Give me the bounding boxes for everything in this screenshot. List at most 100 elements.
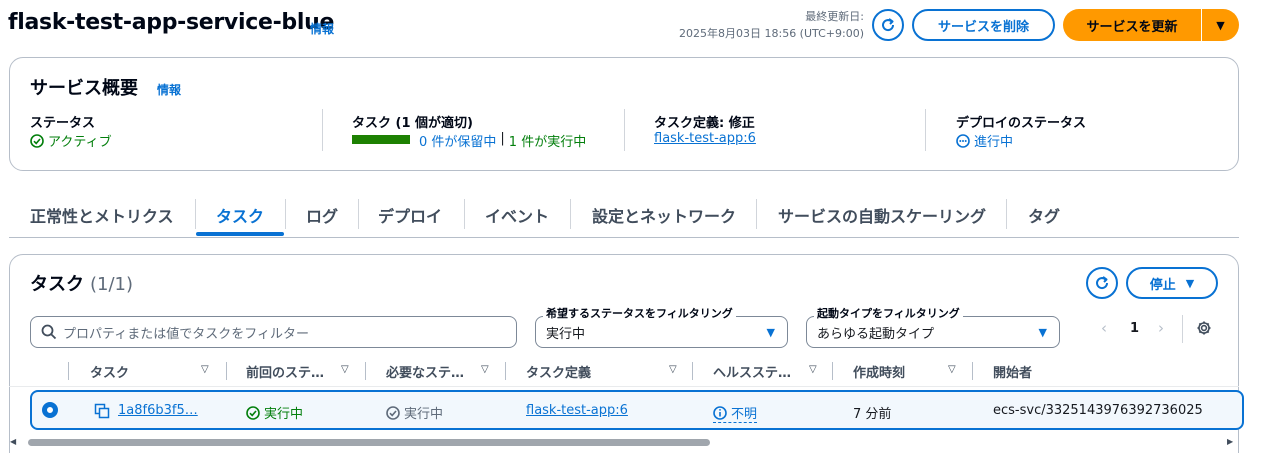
desired-status-text: 実行中 [404, 407, 444, 422]
tasks-pending: 0 件が保留中 [419, 135, 497, 150]
caret-down-icon: ▼ [1185, 276, 1195, 290]
divider [624, 109, 625, 151]
horizontal-scrollbar-thumb[interactable] [28, 439, 710, 446]
gear-icon [1197, 321, 1211, 335]
started-by-cell: ecs-svc/3325143976392736025 [993, 403, 1203, 418]
search-icon [41, 324, 57, 340]
tab-config-network[interactable]: 設定とネットワーク [592, 203, 736, 227]
sort-caret-icon[interactable]: ▽ [201, 364, 209, 375]
divider [322, 109, 323, 151]
scroll-left-icon[interactable]: ◀ [10, 437, 16, 446]
delete-service-button[interactable]: サービスを削除 [912, 9, 1055, 41]
col-header-task[interactable]: タスク [90, 362, 129, 381]
sort-caret-icon[interactable]: ▽ [809, 364, 817, 375]
check-circle-icon [386, 405, 400, 420]
info-circle-icon [713, 405, 727, 420]
check-circle-icon [30, 133, 44, 148]
desired-status-value: 実行中 [546, 326, 586, 342]
status-value-text: アクティブ [48, 135, 112, 150]
tab-deployments[interactable]: デプロイ [378, 203, 442, 227]
tasks-panel-heading: タスク (1/1) [30, 270, 133, 296]
taskdef-link[interactable]: flask-test-app:6 [654, 131, 756, 146]
tab-divider [756, 199, 757, 229]
column-divider [692, 362, 693, 380]
column-divider [365, 362, 366, 380]
status-value: アクティブ [30, 131, 112, 150]
tab-auto-scaling[interactable]: サービスの自動スケーリング [778, 203, 986, 227]
divider [1182, 315, 1183, 343]
tabs-baseline [9, 237, 1239, 238]
col-header-task-definition[interactable]: タスク定義 [526, 362, 591, 381]
overview-title: サービス概要 [30, 78, 138, 99]
caret-down-icon: ▼ [1216, 18, 1225, 32]
tasks-panel-count: (1/1) [90, 274, 134, 295]
col-header-started-by[interactable]: 開始者 [993, 362, 1032, 381]
check-circle-icon [246, 405, 260, 420]
column-divider [68, 362, 69, 380]
column-divider [226, 362, 227, 380]
tab-divider [358, 199, 359, 229]
health-status-text: 不明 [731, 407, 758, 422]
active-tab-indicator [196, 232, 284, 236]
col-header-desired-status[interactable]: 必要なステ… [386, 362, 464, 381]
tab-tasks[interactable]: タスク [216, 203, 264, 227]
tasks-running: 1 件が実行中 [508, 135, 587, 150]
tab-events[interactable]: イベント [485, 203, 549, 227]
tab-tags[interactable]: タグ [1028, 203, 1060, 227]
col-header-health[interactable]: ヘルスステ… [713, 362, 791, 381]
task-definition-link[interactable]: flask-test-app:6 [526, 403, 628, 418]
scroll-right-icon[interactable]: ▶ [1227, 437, 1233, 446]
caret-down-icon: ▼ [766, 326, 775, 339]
stop-button[interactable]: 停止 ▼ [1126, 267, 1218, 299]
col-header-created[interactable]: 作成時刻 [853, 362, 905, 381]
copy-icon[interactable] [94, 403, 110, 423]
column-divider [972, 362, 973, 380]
tasks-sep: | [500, 131, 505, 146]
tab-divider [285, 199, 286, 229]
divider [925, 109, 926, 151]
sort-caret-icon[interactable]: ▽ [948, 364, 956, 375]
desired-status-filter-label: 希望するステータスをフィルタリング [543, 305, 736, 321]
sort-caret-icon[interactable]: ▽ [481, 364, 489, 375]
prev-page-icon[interactable]: ‹ [1101, 319, 1107, 337]
sort-caret-icon[interactable]: ▽ [669, 364, 677, 375]
tasks-refresh-button[interactable] [1086, 267, 1118, 299]
next-page-icon[interactable]: › [1158, 319, 1164, 337]
tab-divider [464, 199, 465, 229]
header-divider [9, 386, 1239, 387]
tab-divider [1006, 199, 1007, 229]
sort-caret-icon[interactable]: ▽ [341, 364, 349, 375]
refresh-button[interactable] [872, 9, 904, 41]
current-page[interactable]: 1 [1130, 321, 1139, 336]
tasks-label: タスク (1 個が適切) [352, 116, 473, 131]
update-service-dropdown[interactable]: ▼ [1202, 9, 1239, 41]
task-search-input[interactable]: プロパティまたは値でタスクをフィルター [30, 316, 517, 348]
header-info-link[interactable]: 情報 [310, 20, 334, 37]
tab-health-metrics[interactable]: 正常性とメトリクス [30, 203, 174, 227]
deploy-status-label: デプロイのステータス [956, 116, 1087, 131]
row-select-radio[interactable] [42, 402, 58, 418]
tab-logs[interactable]: ログ [306, 203, 338, 227]
last-status-cell: 実行中 [246, 403, 303, 422]
tab-divider [195, 199, 196, 229]
last-updated-label: 最終更新日: [805, 10, 864, 23]
refresh-icon [1096, 276, 1109, 290]
settings-button[interactable] [1196, 320, 1212, 340]
tasks-progress-fill [352, 135, 410, 144]
refresh-icon [882, 18, 895, 32]
tasks-progress-bar [352, 135, 410, 144]
update-service-button[interactable]: サービスを更新 [1063, 9, 1201, 41]
taskdef-label: タスク定義: 修正 [654, 116, 755, 131]
col-header-last-status[interactable]: 前回のステ… [246, 362, 324, 381]
desired-status-cell: 実行中 [386, 403, 443, 422]
overview-info-link[interactable]: 情報 [157, 81, 181, 98]
search-placeholder: プロパティまたは値でタスクをフィルター [63, 326, 309, 342]
tab-divider [570, 199, 571, 229]
in-progress-icon [956, 133, 970, 148]
created-cell: 7 分前 [853, 407, 892, 422]
task-id-link[interactable]: 1a8f6b3f5… [118, 403, 198, 418]
deploy-status-text: 進行中 [974, 135, 1014, 150]
health-status-cell[interactable]: 不明 [713, 403, 758, 423]
column-divider [505, 362, 506, 380]
deploy-status-value: 進行中 [956, 131, 1013, 150]
